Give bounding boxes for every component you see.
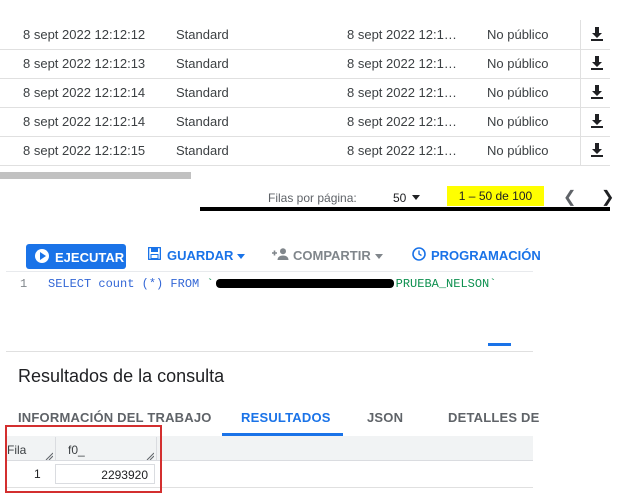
editor-line-number: 1 — [20, 277, 28, 291]
modified-cell: 8 sept 2022 12:1… — [347, 85, 457, 100]
created-cell: 8 sept 2022 12:12:14 — [23, 85, 146, 100]
access-cell: No público — [487, 143, 549, 158]
storage-class-cell: Standard — [176, 27, 229, 42]
annotation-underline — [200, 207, 610, 211]
sql-keywords: SELECT count (*) FROM — [48, 277, 207, 291]
modified-cell: 8 sept 2022 12:1… — [347, 56, 457, 71]
created-cell: 8 sept 2022 12:12:14 — [23, 114, 146, 129]
storage-class-cell: Standard — [176, 143, 229, 158]
download-button[interactable] — [580, 49, 611, 78]
run-button-label: EJECUTAR — [55, 250, 125, 265]
results-title: Resultados de la consulta — [18, 366, 225, 386]
share-button-label: COMPARTIR — [293, 248, 371, 263]
divider — [6, 351, 533, 352]
page-range: 1 – 50 de 100 — [447, 186, 544, 206]
schedule-button[interactable]: PROGRAMACIÓN — [412, 247, 541, 263]
table-row[interactable]: 8 sept 2022 12:12:12 Standard 8 sept 202… — [0, 20, 610, 50]
sql-table-open-quote: ` — [206, 277, 214, 291]
table-row[interactable]: 8 sept 2022 12:12:14 Standard 8 sept 202… — [0, 107, 610, 137]
tab-job-information[interactable]: INFORMACIÓN DEL TRABAJO — [18, 410, 212, 425]
access-cell: No público — [487, 27, 549, 42]
storage-class-cell: Standard — [176, 85, 229, 100]
play-icon — [35, 249, 49, 263]
chevron-right-icon[interactable]: ❯ — [601, 187, 614, 207]
download-icon — [591, 85, 603, 99]
save-button-label: GUARDAR — [167, 248, 234, 263]
chevron-down-icon — [374, 254, 383, 260]
access-cell: No público — [487, 114, 549, 129]
schedule-button-label: PROGRAMACIÓN — [431, 248, 541, 263]
download-icon — [591, 114, 603, 128]
download-icon — [591, 143, 603, 157]
access-cell: No público — [487, 85, 549, 100]
horizontal-scrollbar[interactable] — [0, 172, 191, 179]
table-row[interactable]: 8 sept 2022 12:12:14 Standard 8 sept 202… — [0, 78, 610, 108]
chevron-down-icon[interactable] — [412, 195, 420, 200]
modified-cell: 8 sept 2022 12:1… — [347, 114, 457, 129]
annotation-highlight-box — [5, 425, 162, 493]
table-row[interactable]: 8 sept 2022 12:12:15 Standard 8 sept 202… — [0, 136, 610, 166]
editor-scroll-indicator — [488, 343, 511, 346]
run-button[interactable]: EJECUTAR — [26, 244, 126, 269]
access-cell: No público — [487, 56, 549, 71]
modified-cell: 8 sept 2022 12:1… — [347, 143, 457, 158]
sql-table-name: PRUEBA_NELSON` — [395, 277, 497, 291]
redacted-table-path — [215, 279, 394, 289]
clock-icon — [412, 247, 426, 261]
rows-per-page-select[interactable]: 50 — [393, 191, 406, 205]
download-icon — [591, 56, 603, 70]
rows-per-page-label: Filas por página: — [268, 191, 357, 205]
table-row[interactable]: 8 sept 2022 12:12:13 Standard 8 sept 202… — [0, 49, 610, 79]
save-icon — [148, 247, 161, 260]
download-button[interactable] — [580, 107, 611, 136]
download-icon — [591, 27, 603, 41]
storage-class-cell: Standard — [176, 56, 229, 71]
download-button[interactable] — [580, 136, 611, 165]
tab-json[interactable]: JSON — [367, 410, 403, 425]
save-button[interactable]: GUARDAR — [148, 247, 246, 263]
tab-execution-details[interactable]: DETALLES DE — [448, 410, 540, 425]
modified-cell: 8 sept 2022 12:1… — [347, 27, 457, 42]
chevron-down-icon — [237, 254, 246, 260]
download-button[interactable] — [580, 78, 611, 107]
created-cell: 8 sept 2022 12:12:15 — [23, 143, 146, 158]
share-button[interactable]: COMPARTIR — [272, 248, 383, 263]
created-cell: 8 sept 2022 12:12:12 — [23, 27, 146, 42]
download-button[interactable] — [580, 20, 611, 49]
chevron-left-icon[interactable]: ❮ — [563, 187, 576, 207]
storage-class-cell: Standard — [176, 114, 229, 129]
tab-results[interactable]: RESULTADOS — [241, 410, 331, 425]
created-cell: 8 sept 2022 12:12:13 — [23, 56, 146, 71]
sql-query[interactable]: SELECT count (*) FROM ` PRUEBA_NELSON` — [48, 277, 496, 291]
add-person-icon — [272, 248, 289, 260]
